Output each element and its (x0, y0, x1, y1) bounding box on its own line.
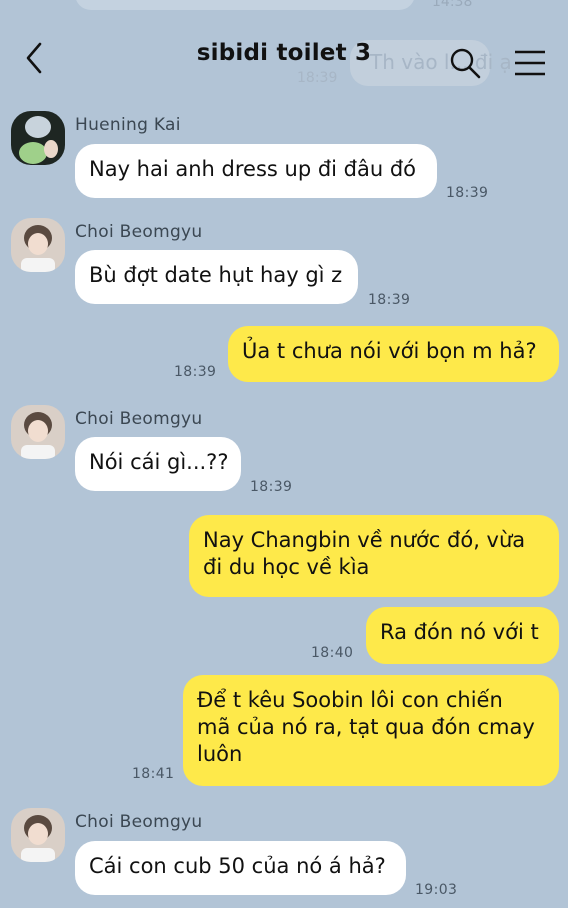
chat-title: sibidi toilet 3 (196, 40, 372, 66)
message-text: Ủa t chưa nói với bọn m hả? (242, 339, 537, 363)
message-line: đi du học về kìa (203, 555, 370, 579)
sender-name: Choi Beomgyu (75, 222, 203, 242)
message-time: 18:40 (311, 645, 354, 661)
message-text: Nói cái gì...?? (89, 450, 229, 474)
avatar-choi-beomgyu[interactable] (11, 808, 65, 862)
avatar-choi-beomgyu[interactable] (11, 218, 65, 272)
message-text: Cái con cub 50 của nó á hả? (89, 854, 386, 878)
search-icon[interactable] (448, 46, 482, 80)
avatar-choi-beomgyu[interactable] (11, 405, 65, 459)
incoming-message-bubble[interactable]: Cái con cub 50 của nó á hả? (75, 841, 406, 895)
message-line: mã của nó ra, tạt qua đón cmay (197, 715, 535, 739)
message-time: 18:39 (368, 292, 411, 308)
message-time: 18:39 (446, 185, 489, 201)
message-line: luôn (197, 742, 243, 766)
menu-icon[interactable] (512, 48, 548, 78)
incoming-message-bubble[interactable]: Nói cái gì...?? (75, 437, 241, 491)
incoming-message-bubble[interactable]: Nay hai anh dress up đi đâu đó (75, 144, 437, 198)
message-time: 18:41 (132, 766, 175, 782)
sender-name: Choi Beomgyu (75, 812, 203, 832)
message-text: Ra đón nó với t (380, 620, 539, 644)
message-time: 19:03 (415, 882, 458, 898)
outgoing-message-bubble[interactable]: Để t kêu Soobin lôi con chiến mã của nó … (183, 675, 559, 786)
message-time: 18:39 (174, 364, 217, 380)
incoming-message-bubble[interactable]: Bù đợt date hụt hay gì z (75, 250, 358, 304)
outgoing-message-bubble[interactable]: Ủa t chưa nói với bọn m hả? (228, 326, 559, 382)
outgoing-message-bubble[interactable]: Nay Changbin về nước đó, vừa đi du học v… (189, 515, 559, 597)
message-line: Nay Changbin về nước đó, vừa (203, 528, 526, 552)
chat-header: sibidi toilet 3 (0, 0, 568, 110)
message-time: 18:39 (250, 479, 293, 495)
avatar-huening-kai[interactable] (11, 111, 65, 165)
sender-name: Huening Kai (75, 115, 181, 135)
message-text: Bù đợt date hụt hay gì z (89, 263, 343, 287)
message-line: Để t kêu Soobin lôi con chiến (197, 688, 503, 712)
sender-name: Choi Beomgyu (75, 409, 203, 429)
message-text: Nay hai anh dress up đi đâu đó (89, 157, 417, 181)
outgoing-message-bubble[interactable]: Ra đón nó với t (366, 607, 559, 664)
